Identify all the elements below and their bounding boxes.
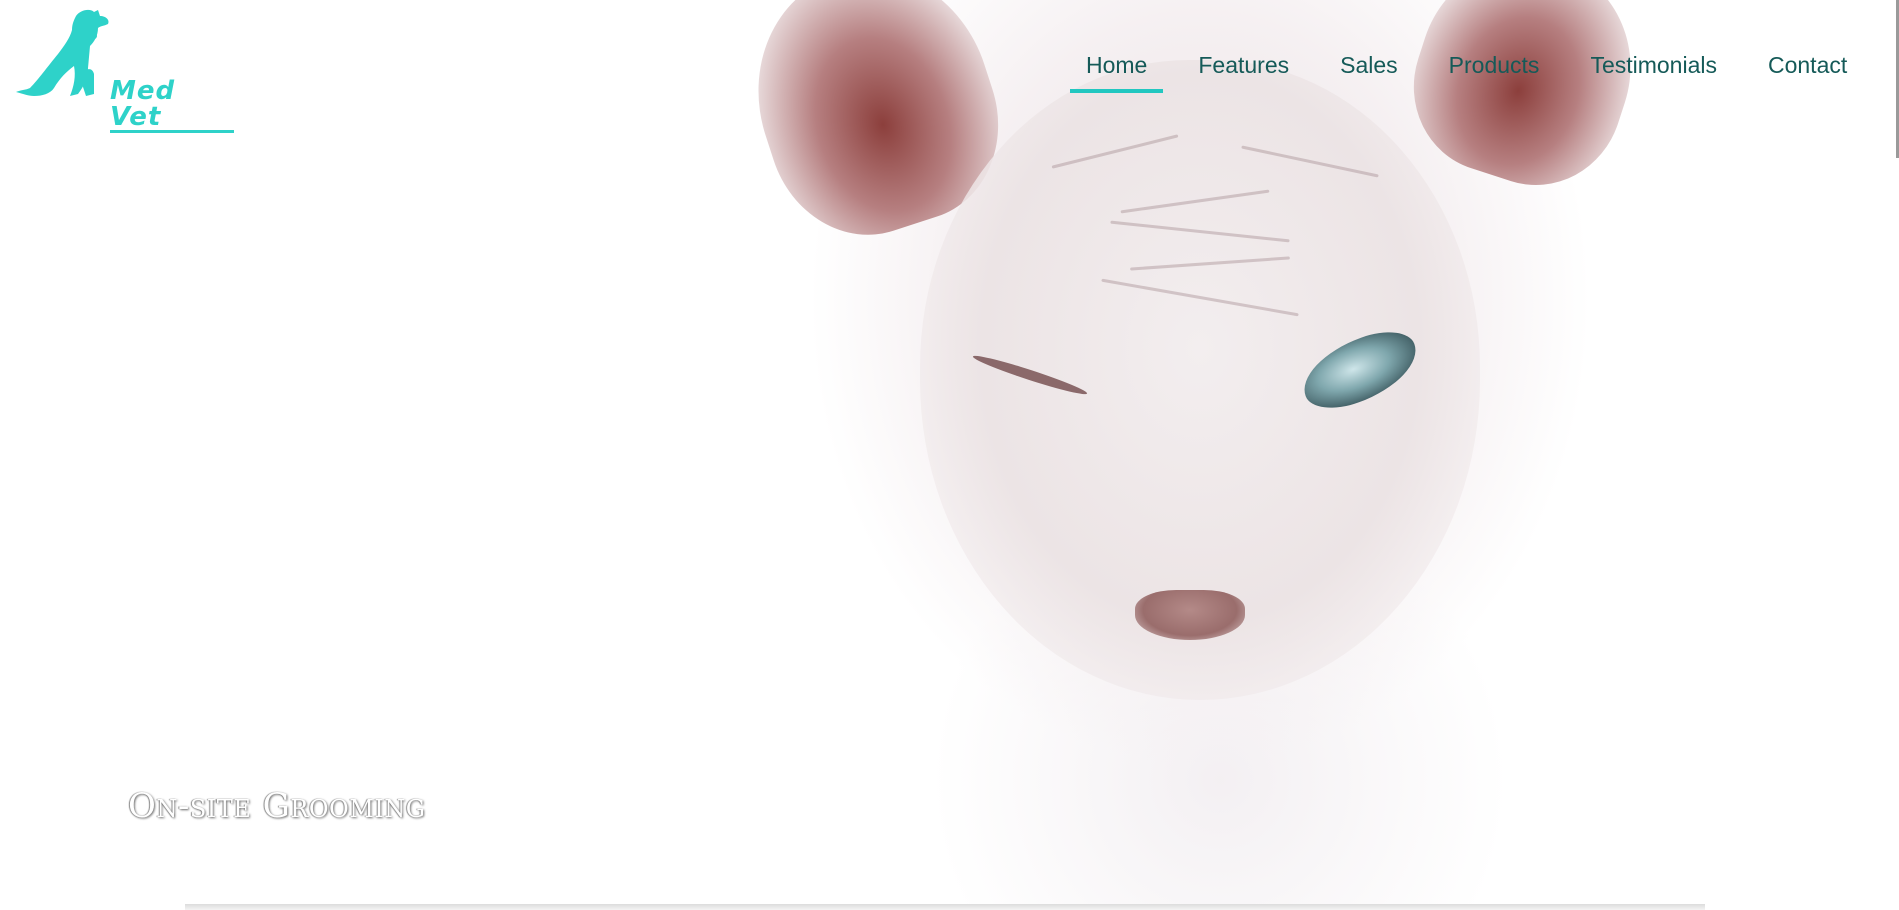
nav-item-testimonials[interactable]: Testimonials — [1574, 48, 1733, 93]
cat-nose — [1135, 590, 1245, 640]
page: Med Vet Home Features Sales Products Tes… — [0, 0, 1899, 910]
main-nav: Home Features Sales Products Testimonial… — [1070, 48, 1863, 93]
site-logo[interactable]: Med Vet — [14, 8, 234, 133]
nav-item-features[interactable]: Features — [1182, 48, 1305, 93]
hero-image — [720, 0, 1899, 910]
nav-item-sales[interactable]: Sales — [1324, 48, 1414, 93]
section-divider-shadow — [185, 904, 1705, 910]
nav-item-contact[interactable]: Contact — [1752, 48, 1863, 93]
nav-item-home[interactable]: Home — [1070, 48, 1164, 93]
nav-item-products[interactable]: Products — [1433, 48, 1556, 93]
hero-caption: On-site Grooming — [128, 786, 426, 826]
logo-wordmark: Med Vet — [110, 78, 234, 133]
